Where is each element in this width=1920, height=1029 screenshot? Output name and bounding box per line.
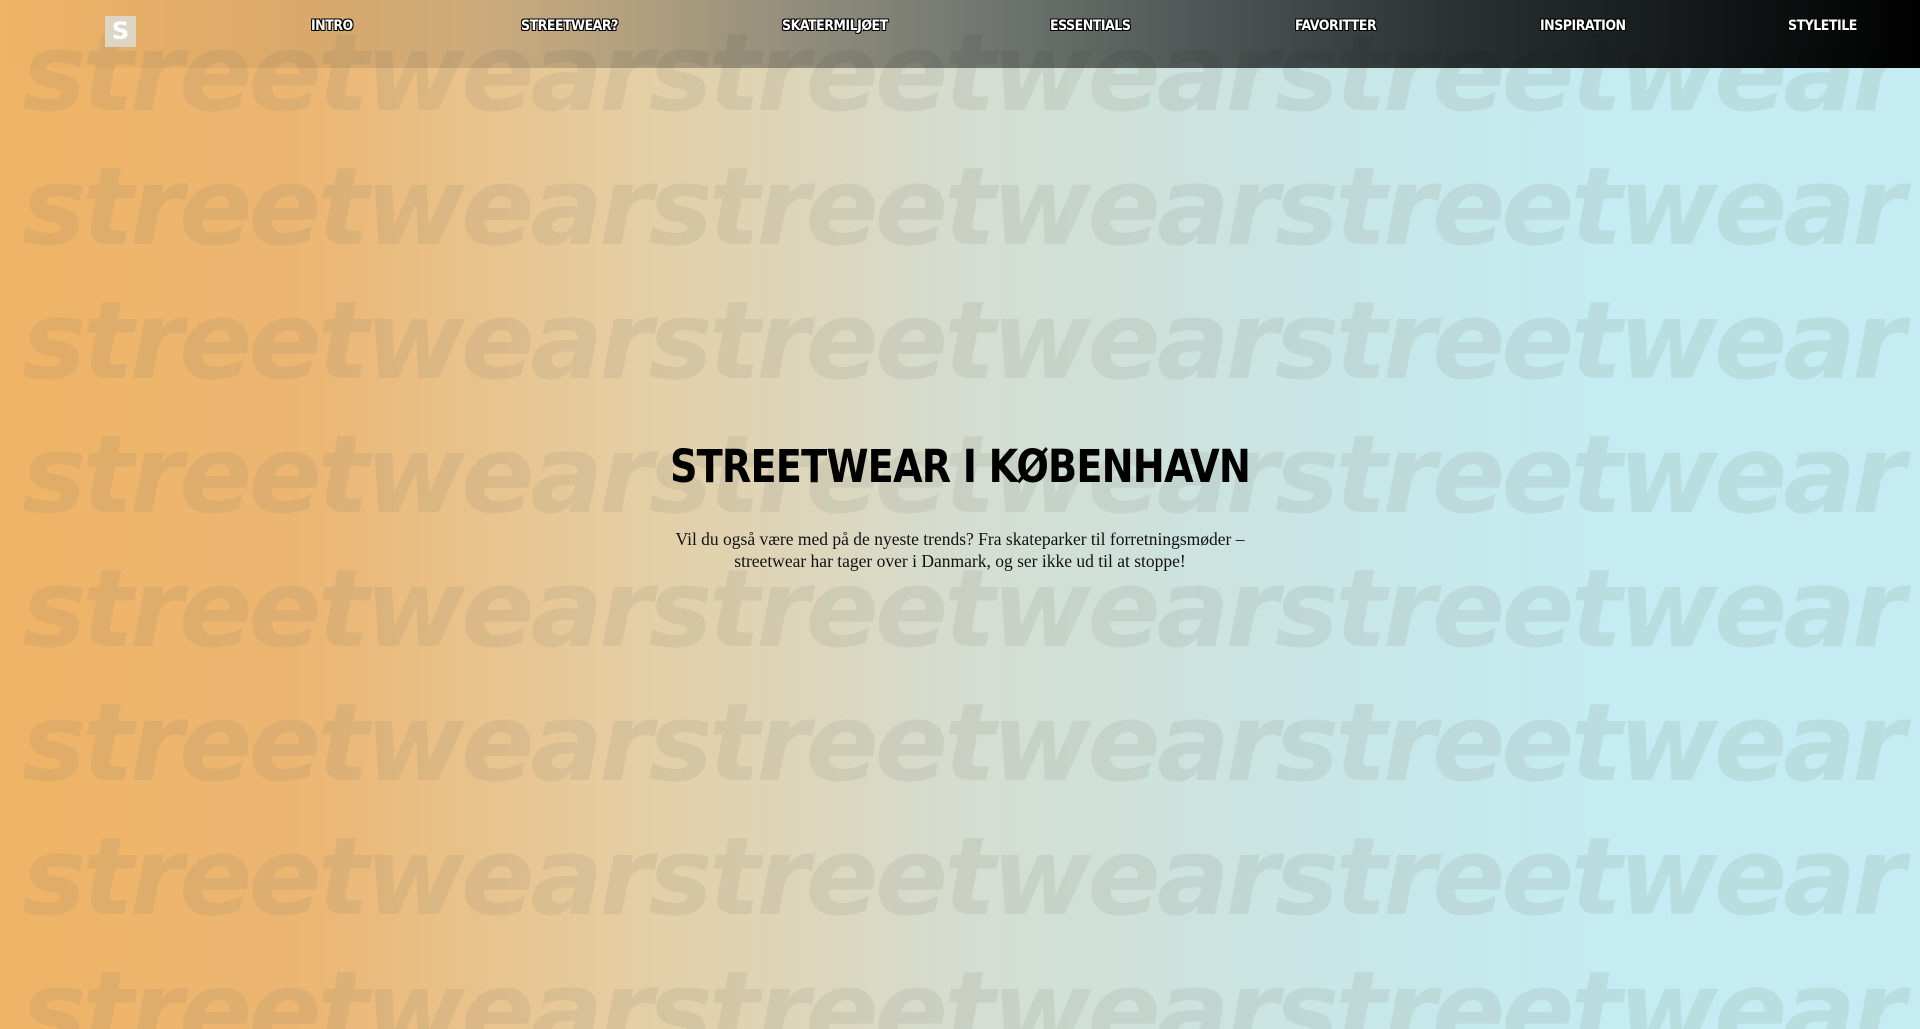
nav-link-streetwear[interactable]: STREETWEAR? <box>521 17 618 35</box>
nav-link-favoritter[interactable]: FAVORITTER <box>1295 17 1377 35</box>
watermark-row: streetwearstreetwearstreetwear <box>22 547 1905 672</box>
hero-section: STREETWEAR I KØBENHAVN Vil du også være … <box>0 440 1920 572</box>
nav-link-inspiration[interactable]: INSPIRATION <box>1540 17 1626 35</box>
watermark-row: streetwearstreetwearstreetwear <box>22 681 1905 806</box>
watermark-row: streetwearstreetwearstreetwear <box>22 145 1905 270</box>
watermark-row: streetwearstreetwearstreetwear <box>22 279 1905 404</box>
intro-paragraph: Vil du også være med på de nyeste trends… <box>675 529 1245 571</box>
nav-link-skatermiljoet[interactable]: SKATERMILJØET <box>782 17 888 35</box>
watermark-row: streetwearstreetwearstreetwear <box>22 949 1905 1029</box>
page-title: STREETWEAR I KØBENHAVN <box>669 440 1251 493</box>
site-logo[interactable]: S <box>105 16 136 47</box>
watermark-row: streetwearstreetwearstreetwear <box>22 815 1905 940</box>
nav-link-essentials[interactable]: ESSENTIALS <box>1050 17 1131 35</box>
nav-link-intro[interactable]: INTRO <box>311 17 353 35</box>
top-navigation: S INTRO STREETWEAR? SKATERMILJØET ESSENT… <box>0 0 1920 68</box>
nav-link-styletile[interactable]: STYLETILE <box>1788 17 1857 35</box>
